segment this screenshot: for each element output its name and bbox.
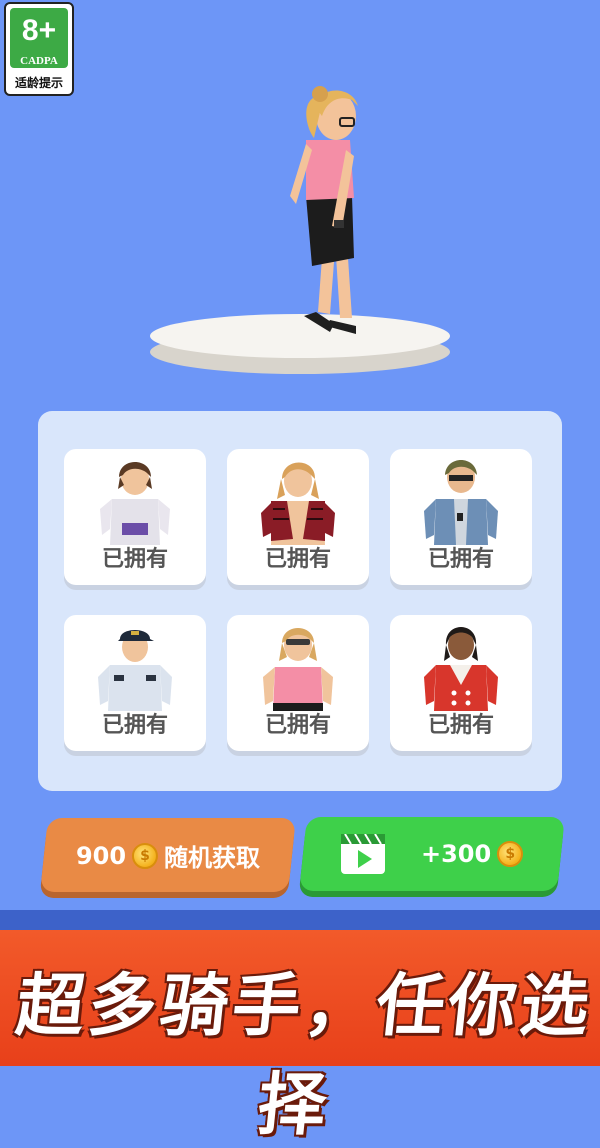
character-thumb-pink-shirt (263, 628, 333, 711)
character-thumb-white-shirt (100, 462, 170, 545)
coin-icon: $ (497, 841, 524, 867)
character-card[interactable]: 已拥有 (64, 449, 206, 585)
character-card[interactable]: 已拥有 (227, 449, 369, 585)
video-clapper-icon (340, 833, 385, 874)
owned-label: 已拥有 (101, 547, 168, 572)
random-get-label: 随机获取 (164, 843, 261, 872)
random-cost: 900 (75, 841, 127, 869)
character-card[interactable]: 已拥有 (64, 615, 206, 751)
character-card[interactable]: 已拥有 (227, 615, 369, 751)
owned-label: 已拥有 (101, 713, 168, 738)
character-card[interactable]: 已拥有 (390, 449, 532, 585)
character-preview-stage (150, 86, 450, 374)
promo-banner: 超多骑手，任你选择 (0, 930, 600, 1145)
coin-icon: $ (132, 842, 159, 868)
character-preview (290, 86, 358, 334)
character-thumb-plaid-shirt (261, 462, 335, 545)
character-selection-panel: 已拥有 已拥有 已拥有 已拥有 已拥有 已拥有 (38, 411, 562, 791)
watch-video-button[interactable]: +300 $ (299, 817, 565, 891)
random-get-button[interactable]: 900 $ 随机获取 (40, 818, 296, 892)
character-thumb-red-coat (424, 627, 498, 711)
video-reward: +300 (420, 840, 492, 868)
promo-banner-text: 超多骑手，任你选择 (12, 967, 597, 1145)
owned-label: 已拥有 (264, 713, 331, 738)
character-card[interactable]: 已拥有 (390, 615, 532, 751)
owned-label: 已拥有 (427, 713, 494, 738)
character-thumb-denim-jacket (424, 460, 498, 545)
owned-label: 已拥有 (264, 547, 331, 572)
character-thumb-police (98, 630, 172, 711)
owned-label: 已拥有 (427, 547, 494, 572)
